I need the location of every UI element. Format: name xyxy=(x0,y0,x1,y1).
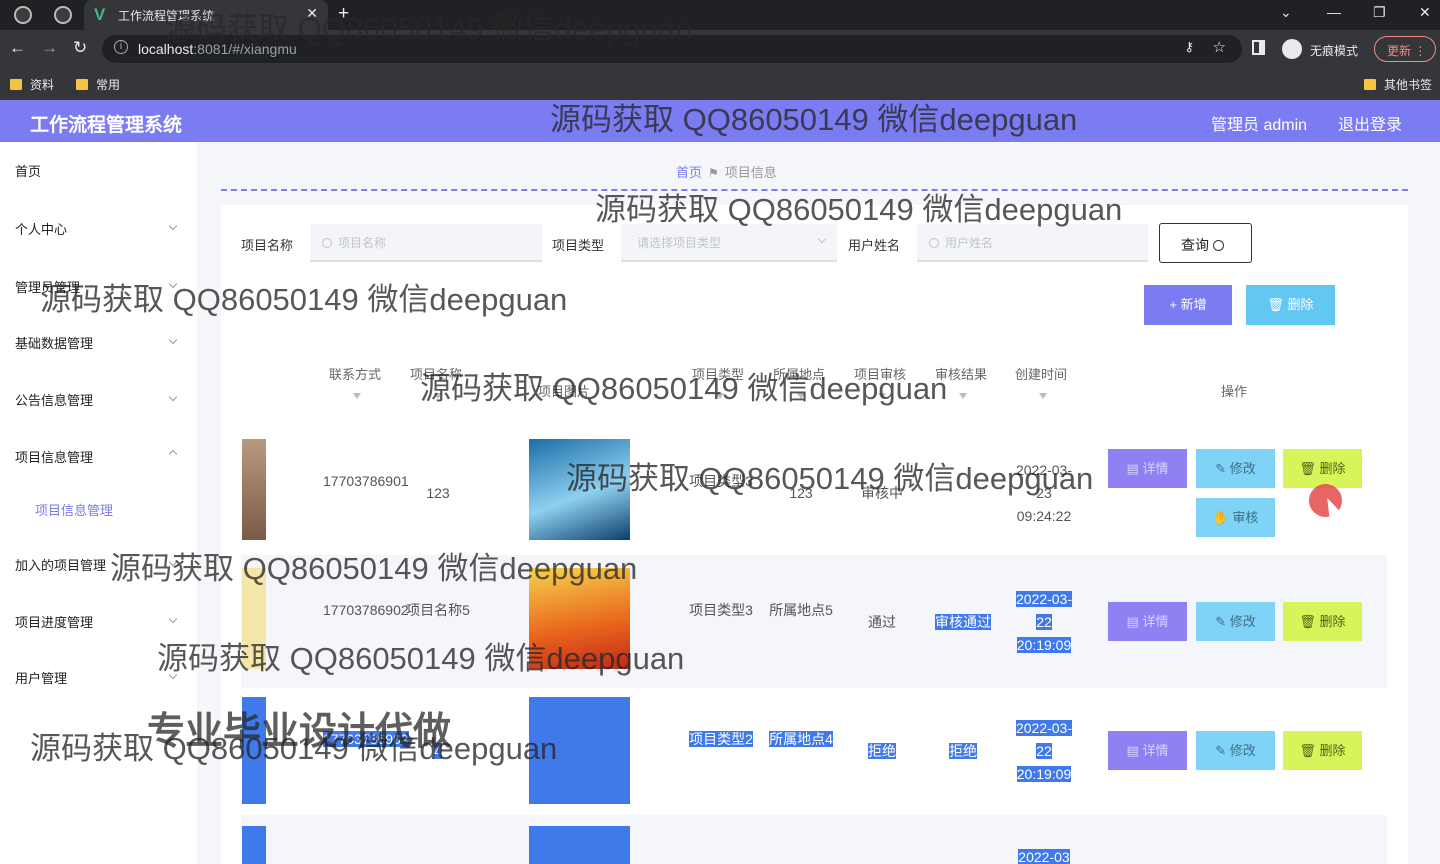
browser-tab-icon[interactable] xyxy=(54,6,72,24)
sidebar-subitem-project[interactable]: 项目信息管理 xyxy=(35,500,113,519)
cell-phone: 17703786902 xyxy=(323,602,409,618)
delete-button[interactable]: 🗑 删除 xyxy=(1283,602,1362,641)
admin-label: 管理员 admin xyxy=(1211,117,1308,134)
site-info-icon[interactable]: i xyxy=(114,40,128,54)
col-header-phone[interactable]: 联系方式 xyxy=(329,364,381,383)
bookmark-star-icon[interactable]: ☆ xyxy=(1213,38,1226,56)
col-header-created[interactable]: 创建时间 xyxy=(1015,364,1067,383)
row-avatar-image xyxy=(242,439,266,540)
cell-place: 所属地点5 xyxy=(769,602,833,618)
side-panel-icon[interactable] xyxy=(1252,40,1265,55)
watermark: 源码获取 QQ86050149 微信deepguan xyxy=(110,551,638,586)
batch-delete-button[interactable]: 🗑 删除 xyxy=(1246,285,1335,325)
vue-icon: V xyxy=(94,5,106,24)
watermark: 源码获取 QQ86050149 微信deepguan xyxy=(566,461,1094,496)
watermark: 源码获取 QQ86050149 微信deepguan xyxy=(157,641,685,676)
breadcrumb-home[interactable]: 首页 xyxy=(676,165,702,180)
other-bookmarks[interactable]: 其他书签 xyxy=(1364,76,1432,93)
edit-button[interactable]: ✎ 修改 xyxy=(1196,602,1275,641)
user-name-input[interactable]: 用户姓名 xyxy=(917,224,1148,262)
browser-profile-icon[interactable] xyxy=(14,6,32,24)
cell-audit: 拒绝 xyxy=(868,743,896,759)
watermark: 源码获取 QQ86050149 微信deepguan xyxy=(595,192,1123,227)
col-header-actions: 操作 xyxy=(1221,384,1248,399)
cell-created: 2022-03-22 20:19:09 xyxy=(1015,591,1073,653)
project-type-select[interactable]: 请选择项目类型 xyxy=(621,224,837,262)
breadcrumb-separator-icon: ⚑ xyxy=(708,166,719,180)
edit-button[interactable]: ✎ 修改 xyxy=(1196,449,1275,488)
detail-button[interactable]: ▤ 详情 xyxy=(1108,731,1187,770)
close-window-icon[interactable]: ✕ xyxy=(1419,4,1431,21)
restore-icon[interactable]: ❐ xyxy=(1373,4,1386,21)
cell-result: 审核通过 xyxy=(935,614,991,630)
logout-link[interactable]: 退出登录 xyxy=(1338,111,1402,135)
cell-name: 123 xyxy=(426,485,450,501)
cell-type: 项目类型2 xyxy=(689,731,753,747)
edit-button[interactable]: ✎ 修改 xyxy=(1196,731,1275,770)
watermark: 源码获取 QQ86050149 微信deepguan xyxy=(30,731,558,766)
table-row xyxy=(241,815,1387,864)
folder-icon xyxy=(10,79,22,90)
search-icon xyxy=(322,238,332,248)
sidebar-item-profile[interactable]: 个人中心 xyxy=(15,219,67,238)
sidebar-item-joined[interactable]: 加入的项目管理 xyxy=(15,555,106,574)
breadcrumb: 首页 ⚑ 项目信息 xyxy=(676,162,777,181)
tab-search-icon[interactable]: ⌄ xyxy=(1280,4,1292,21)
cell-place: 所属地点4 xyxy=(769,731,833,747)
name-filter-label: 项目名称 xyxy=(241,238,294,253)
trash-icon: 🗑 xyxy=(1267,297,1288,312)
type-filter-label: 项目类型 xyxy=(552,238,605,253)
bookmark-folder-2[interactable]: 常用 xyxy=(76,76,120,93)
watermark: 源码获取 QQ86050149 微信deepguan xyxy=(165,11,693,46)
watermark: 源码获取 QQ86050149 微信deepguan xyxy=(550,102,1078,137)
sidebar-item-home[interactable]: 首页 xyxy=(15,161,41,180)
delete-button[interactable]: 🗑 删除 xyxy=(1283,731,1362,770)
breadcrumb-current: 项目信息 xyxy=(724,165,777,180)
sidebar-item-users[interactable]: 用户管理 xyxy=(15,668,67,687)
cell-created: 2022-03 xyxy=(1018,849,1070,864)
incognito-icon xyxy=(1282,39,1302,59)
cell-created: 2022-03-22 20:19:09 xyxy=(1015,720,1073,782)
folder-icon xyxy=(1364,79,1376,90)
detail-button[interactable]: ▤ 详情 xyxy=(1108,602,1187,641)
folder-icon xyxy=(76,79,88,90)
audit-button[interactable]: ✋ 审核 xyxy=(1196,498,1275,537)
delete-button[interactable]: 🗑 删除 xyxy=(1283,449,1362,488)
sidebar-item-base-data[interactable]: 基础数据管理 xyxy=(15,333,93,352)
add-button[interactable]: + 新增 xyxy=(1144,285,1232,325)
sort-icon[interactable] xyxy=(353,393,361,399)
project-image xyxy=(529,826,630,864)
reload-icon[interactable]: ↻ xyxy=(73,38,87,58)
sort-icon[interactable] xyxy=(959,393,967,399)
detail-button[interactable]: ▤ 详情 xyxy=(1108,449,1187,488)
cell-name: 项目名称5 xyxy=(406,602,470,618)
sort-icon[interactable] xyxy=(1039,393,1047,399)
cell-phone: 17703786901 xyxy=(323,473,409,489)
user-filter-label: 用户姓名 xyxy=(848,238,901,253)
watermark: 源码获取 QQ86050149 微信deepguan xyxy=(40,282,568,317)
query-button[interactable]: 查询 xyxy=(1159,223,1252,263)
sidebar-item-progress[interactable]: 项目进度管理 xyxy=(15,612,93,631)
forward-icon[interactable]: → xyxy=(41,38,58,58)
app-title: 工作流程管理系统 xyxy=(30,115,183,136)
row-avatar-image xyxy=(242,826,266,864)
bookmark-folder-1[interactable]: 资料 xyxy=(10,76,54,93)
watermark: 源码获取 QQ86050149 微信deepguan xyxy=(420,371,948,406)
search-icon xyxy=(929,238,939,248)
chevron-down-icon xyxy=(817,234,827,244)
cell-type: 项目类型3 xyxy=(689,602,753,618)
cell-result: 拒绝 xyxy=(949,743,977,759)
search-icon xyxy=(1213,240,1224,251)
update-button[interactable]: 更新 ⋮ xyxy=(1374,36,1436,62)
sidebar-item-notice[interactable]: 公告信息管理 xyxy=(15,390,93,409)
project-name-input[interactable]: 项目名称 xyxy=(310,224,542,262)
back-icon[interactable]: ← xyxy=(9,38,26,58)
incognito-label: 无痕模式 xyxy=(1310,44,1359,58)
password-key-icon[interactable]: ⚷ xyxy=(1184,39,1194,55)
cell-audit: 通过 xyxy=(868,614,896,630)
minimize-icon[interactable]: — xyxy=(1327,4,1341,20)
sidebar-item-project[interactable]: 项目信息管理 xyxy=(15,447,93,466)
